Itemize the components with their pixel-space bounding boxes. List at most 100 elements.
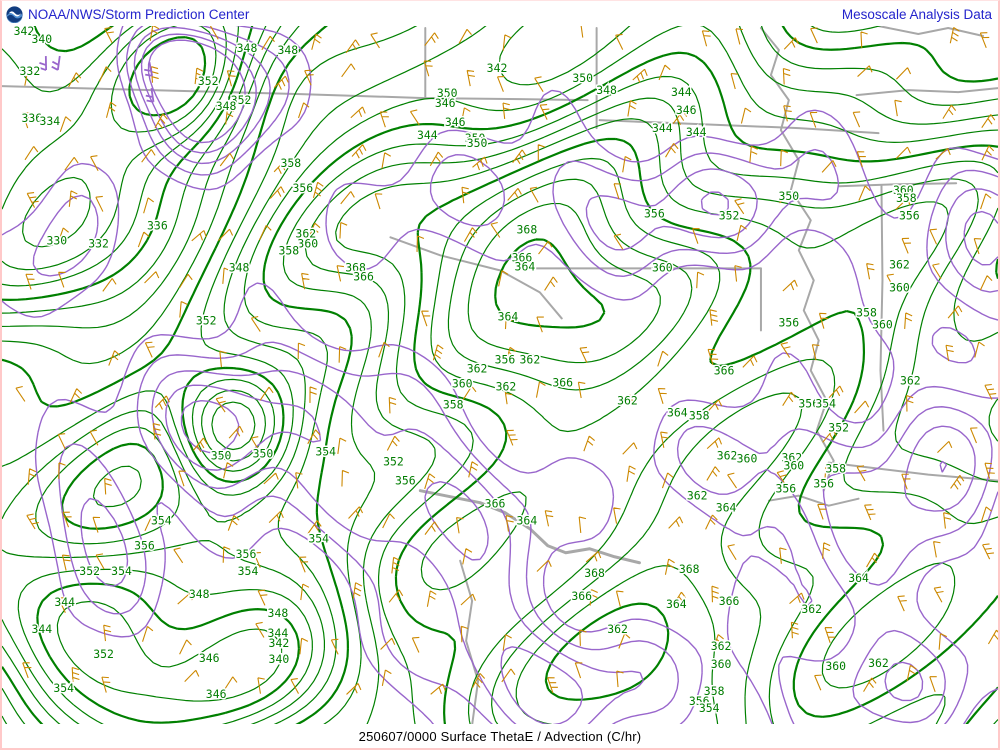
contour-label: 362 <box>607 622 628 636</box>
contour-label: 366 <box>353 269 374 283</box>
contour-label: 364 <box>515 259 536 273</box>
contour-label: 360 <box>652 260 673 274</box>
contour-label: 336 <box>147 218 168 232</box>
contour-label: 354 <box>815 397 836 411</box>
state-border-line <box>769 496 859 506</box>
contour-label: 340 <box>269 652 290 666</box>
contour-label: 364 <box>716 501 737 515</box>
contour-label: 362 <box>687 489 708 503</box>
contour-label: 350 <box>211 449 232 463</box>
contour-label: 344 <box>671 85 692 99</box>
contour-label: 340 <box>32 32 53 46</box>
contour-label: 344 <box>417 128 438 142</box>
contour-label: 356 <box>236 547 257 561</box>
contour-label: 360 <box>872 317 893 331</box>
contour-label: 362 <box>617 394 638 408</box>
contour-label: 360 <box>737 452 758 466</box>
contour-label: 366 <box>714 363 735 377</box>
contour-label: 354 <box>53 681 74 695</box>
contour-label: 352 <box>198 74 219 88</box>
state-border-line <box>600 120 879 133</box>
contour-label: 358 <box>281 156 302 170</box>
mesoanalysis-map[interactable]: 3423403323483483523523483423503483503463… <box>2 24 998 725</box>
mesoscale-analysis-data-link[interactable]: Mesoscale Analysis Data <box>842 7 992 22</box>
contour-label: 350 <box>253 447 274 461</box>
contour-label: 352 <box>196 313 217 327</box>
contour-label: 354 <box>699 701 720 715</box>
contour-label: 366 <box>571 589 592 603</box>
contour-label: 362 <box>711 639 732 653</box>
contour-label: 342 <box>269 636 290 650</box>
contour-label: 358 <box>279 243 300 257</box>
contour-label: 364 <box>517 514 538 528</box>
contour-label: 356 <box>899 208 920 222</box>
contour-label: 350 <box>779 189 800 203</box>
contour-label: 342 <box>487 61 508 75</box>
contour-label: 368 <box>679 562 700 576</box>
contour-label: 360 <box>783 459 804 473</box>
header-title-link[interactable]: NOAA/NWS/Storm Prediction Center <box>28 7 249 22</box>
state-border-line <box>880 185 883 430</box>
contour-label: 348 <box>278 43 299 57</box>
contour-label: 368 <box>584 566 605 580</box>
contour-label: 344 <box>32 622 53 636</box>
contour-label: 362 <box>889 257 910 271</box>
noaa-logo-icon[interactable] <box>6 6 23 23</box>
contour-label: 360 <box>889 280 910 294</box>
contour-label: 350 <box>467 136 488 150</box>
contour-label: 352 <box>93 647 114 661</box>
contour-label: 352 <box>828 421 849 435</box>
contour-label: 362 <box>801 602 822 616</box>
contour-label: 354 <box>151 514 172 528</box>
contour-label: 356 <box>495 352 516 366</box>
contour-label: 356 <box>292 181 313 195</box>
state-border-line <box>878 26 983 36</box>
contour-label: 362 <box>900 373 921 387</box>
contour-label: 348 <box>596 83 617 97</box>
contour-label: 332 <box>20 64 41 78</box>
contour-label: 330 <box>46 233 67 247</box>
contour-label: 356 <box>644 206 665 220</box>
contour-label: 346 <box>199 651 220 665</box>
contour-label: 360 <box>711 657 732 671</box>
contour-label: 348 <box>237 41 258 55</box>
contour-label: 368 <box>517 222 538 236</box>
contour-label: 364 <box>498 309 519 323</box>
contour-label: 346 <box>435 96 456 110</box>
footer: 250607/0000 Surface ThetaE / Advection (… <box>2 724 998 748</box>
contour-label: 362 <box>496 379 517 393</box>
contour-label: 360 <box>297 236 318 250</box>
contour-label: 366 <box>552 375 573 389</box>
contour-label: 364 <box>667 406 688 420</box>
contour-label: 366 <box>719 594 740 608</box>
spc-mesoanalysis-page: NOAA/NWS/Storm Prediction Center Mesosca… <box>0 0 1000 750</box>
contour-label: 352 <box>79 564 100 578</box>
contour-label: 364 <box>666 597 687 611</box>
contour-label: 348 <box>268 606 289 620</box>
contour-label: 358 <box>689 409 710 423</box>
contour-label: 356 <box>134 539 155 553</box>
contour-label: 346 <box>676 103 697 117</box>
state-border-line <box>390 237 561 318</box>
contour-label: 364 <box>848 571 869 585</box>
header: NOAA/NWS/Storm Prediction Center Mesosca… <box>2 1 998 26</box>
contour-label: 362 <box>717 449 738 463</box>
contour-label: 358 <box>896 191 917 205</box>
contour-label: 362 <box>868 656 889 670</box>
contour-label: 348 <box>216 99 237 113</box>
contour-label: 358 <box>443 398 464 412</box>
contour-label: 366 <box>485 497 506 511</box>
contour-label: 354 <box>315 445 336 459</box>
contour-label: 344 <box>652 121 673 135</box>
advection-contours-layer <box>2 24 998 725</box>
contour-label: 362 <box>467 361 488 375</box>
contour-label: 332 <box>88 236 109 250</box>
contour-label: 348 <box>229 260 250 274</box>
contour-label: 356 <box>813 477 834 491</box>
contour-label: 348 <box>189 587 210 601</box>
contour-label: 358 <box>825 462 846 476</box>
contour-label: 350 <box>572 71 593 85</box>
contour-label: 354 <box>111 564 132 578</box>
contour-label: 360 <box>452 376 473 390</box>
thetae-contours-layer <box>2 24 998 725</box>
